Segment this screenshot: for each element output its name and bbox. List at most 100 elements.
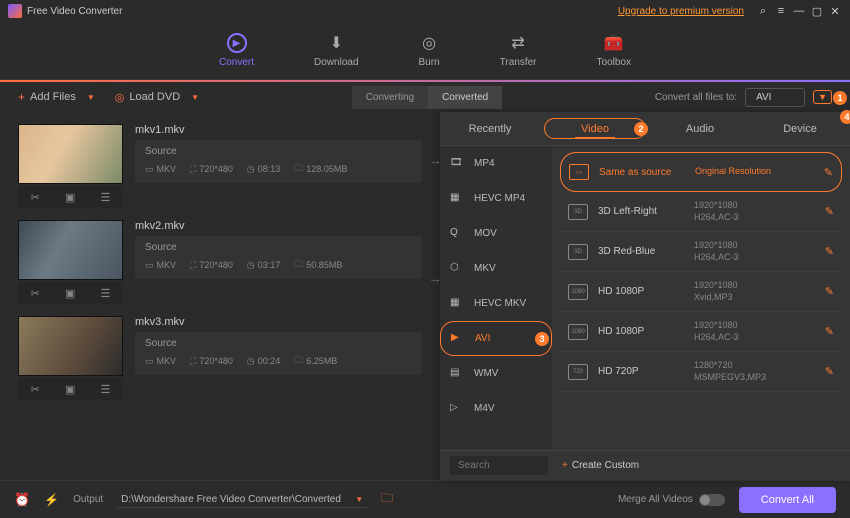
search-icon[interactable]: ⌕ <box>756 4 770 18</box>
video-thumbnail[interactable] <box>18 316 123 376</box>
settings-icon[interactable]: ☰ <box>101 287 111 300</box>
format-label: AVI <box>475 333 490 344</box>
resolution-item[interactable]: 3D 3D Left-Right 1920*1080 H264,AC-3 ✎ <box>560 192 842 232</box>
preset-icon: 1080 <box>568 324 588 340</box>
res-name: Same as source <box>599 167 685 178</box>
output-path[interactable]: D:\Wondershare Free Video Converter\Conv… <box>117 492 367 508</box>
gpu-icon[interactable]: ⚡ <box>44 493 59 507</box>
format-label: M4V <box>474 403 495 414</box>
edit-icon[interactable]: ✎ <box>825 365 834 378</box>
hevc-icon: ▦ <box>450 192 466 206</box>
source-label: Source <box>145 146 412 157</box>
panel-tabs: Recently Video 2 Audio Device <box>440 112 850 146</box>
crop-icon[interactable]: ▣ <box>65 383 75 396</box>
preset-icon: 720 <box>568 364 588 380</box>
target-format-dropdown[interactable]: ▼ 1 <box>813 90 832 104</box>
video-thumbnail[interactable] <box>18 220 123 280</box>
resolution-list: ▭ Same as source Original Resolution ✎ 4… <box>552 146 850 450</box>
file-duration: 00:24 <box>258 356 281 366</box>
menu-icon[interactable]: ≡ <box>774 4 788 18</box>
upgrade-link[interactable]: Upgrade to premium version <box>618 6 744 17</box>
edit-icon[interactable]: ✎ <box>825 325 834 338</box>
resolution-item[interactable]: 1080 HD 1080P 1920*1080 Xvid,MP3 ✎ <box>560 272 842 312</box>
panel-tab-video[interactable]: Video 2 <box>544 118 646 139</box>
nav-transfer[interactable]: ⇄ Transfer <box>500 33 537 68</box>
format-label: WMV <box>474 368 498 379</box>
file-list: ✂ ▣ ☰ mkv1.mkv Source ▭MKV ⛶720*480 ◷08:… <box>0 112 440 480</box>
edit-icon[interactable]: ✎ <box>825 205 834 218</box>
format-item-mp4[interactable]: 🎞MP4 <box>440 146 552 181</box>
format-item-m4v[interactable]: ▷M4V <box>440 391 552 426</box>
edit-icon[interactable]: ✎ <box>824 166 833 179</box>
resolution-item[interactable]: 720 HD 720P 1280*720 MSMPEGV3,MP3 ✎ <box>560 352 842 392</box>
output-path-text: D:\Wondershare Free Video Converter\Conv… <box>121 494 341 505</box>
source-box: Source ▭MKV ⛶720*480 ◷03:17 🗀50.85MB <box>135 236 422 279</box>
convert-all-format: Convert all files to: AVI ▼ 1 <box>655 88 832 107</box>
nav-download[interactable]: ⬇ Download <box>314 33 358 68</box>
resolution-icon: ⛶ <box>190 260 196 271</box>
format-item-wmv[interactable]: ▤WMV <box>440 356 552 391</box>
resolution-item[interactable]: 1080 HD 1080P 1920*1080 H264,AC-3 ✎ <box>560 312 842 352</box>
resolution-item-same[interactable]: ▭ Same as source Original Resolution ✎ 4 <box>560 152 842 192</box>
panel-tab-device[interactable]: Device <box>750 112 850 145</box>
edit-icon[interactable]: ✎ <box>825 245 834 258</box>
plus-icon: + <box>562 460 568 471</box>
res-detail: Original Resolution <box>695 166 814 178</box>
tab-converted[interactable]: Converted <box>428 86 502 109</box>
merge-toggle[interactable] <box>699 494 725 506</box>
schedule-icon[interactable]: ⏰ <box>14 492 30 508</box>
tab-converting[interactable]: Converting <box>352 86 428 109</box>
file-duration: 08:13 <box>258 164 281 174</box>
cut-icon[interactable]: ✂ <box>31 287 40 300</box>
folder-icon: 🗀 <box>294 257 303 273</box>
create-custom-button[interactable]: + Create Custom <box>562 460 639 471</box>
status-tabs: Converting Converted <box>352 86 503 109</box>
settings-icon[interactable]: ☰ <box>101 191 111 204</box>
chevron-down-icon: ▼ <box>191 93 199 102</box>
chevron-down-icon: ▼ <box>87 93 95 102</box>
cut-icon[interactable]: ✂ <box>31 383 40 396</box>
maximize-icon[interactable]: ▢ <box>810 4 824 18</box>
resolution-item[interactable]: 3D 3D Red-Blue 1920*1080 H264,AC-3 ✎ <box>560 232 842 272</box>
merge-toggle-group: Merge All Videos <box>618 494 725 506</box>
open-folder-icon[interactable]: 🗀 <box>381 489 393 510</box>
minimize-icon[interactable]: — <box>792 4 806 18</box>
res-name: HD 720P <box>598 366 684 377</box>
nav-burn[interactable]: ◎ Burn <box>419 33 440 68</box>
format-item-avi[interactable]: ▶ AVI 3 <box>440 321 552 356</box>
format-item-mkv[interactable]: ⬡MKV <box>440 251 552 286</box>
format-item-hevcmp4[interactable]: ▦HEVC MP4 <box>440 181 552 216</box>
load-dvd-button[interactable]: ◎ Load DVD ▼ <box>115 91 199 104</box>
panel-tab-audio[interactable]: Audio <box>650 112 750 145</box>
nav-toolbox[interactable]: 🧰 Toolbox <box>597 33 631 68</box>
search-input[interactable] <box>450 456 548 475</box>
crop-icon[interactable]: ▣ <box>65 287 75 300</box>
res-detail: 1920*1080 H264,AC-3 <box>694 320 815 343</box>
chevron-down-icon: ▼ <box>355 495 363 504</box>
convert-all-button[interactable]: Convert All <box>739 487 836 513</box>
panel-tab-recently[interactable]: Recently <box>440 112 540 145</box>
annotation-2: 2 <box>634 122 648 136</box>
plus-icon: + <box>18 90 25 104</box>
file-name: mkv1.mkv <box>135 124 422 136</box>
format-item-hevcmkv[interactable]: ▦HEVC MKV <box>440 286 552 321</box>
edit-icon[interactable]: ✎ <box>825 285 834 298</box>
res-detail: 1920*1080 H264,AC-3 <box>694 200 815 223</box>
settings-icon[interactable]: ☰ <box>101 383 111 396</box>
convert-all-label: Convert all files to: <box>655 92 737 103</box>
preset-icon: 3D <box>568 244 588 260</box>
toolbox-icon: 🧰 <box>604 33 624 53</box>
target-format-display[interactable]: AVI <box>745 88 805 107</box>
cut-icon[interactable]: ✂ <box>31 191 40 204</box>
file-name: mkv2.mkv <box>135 220 422 232</box>
format-item-mov[interactable]: QMOV <box>440 216 552 251</box>
add-files-button[interactable]: + Add Files ▼ <box>18 90 95 104</box>
close-icon[interactable]: ✕ <box>828 4 842 18</box>
crop-icon[interactable]: ▣ <box>65 191 75 204</box>
res-detail: 1920*1080 Xvid,MP3 <box>694 280 815 303</box>
file-duration: 03:17 <box>258 260 281 270</box>
convert-icon: ▶ <box>227 33 247 53</box>
bottom-bar: ⏰ ⚡ Output D:\Wondershare Free Video Con… <box>0 480 850 518</box>
nav-convert[interactable]: ▶ Convert <box>219 33 254 68</box>
video-thumbnail[interactable] <box>18 124 123 184</box>
